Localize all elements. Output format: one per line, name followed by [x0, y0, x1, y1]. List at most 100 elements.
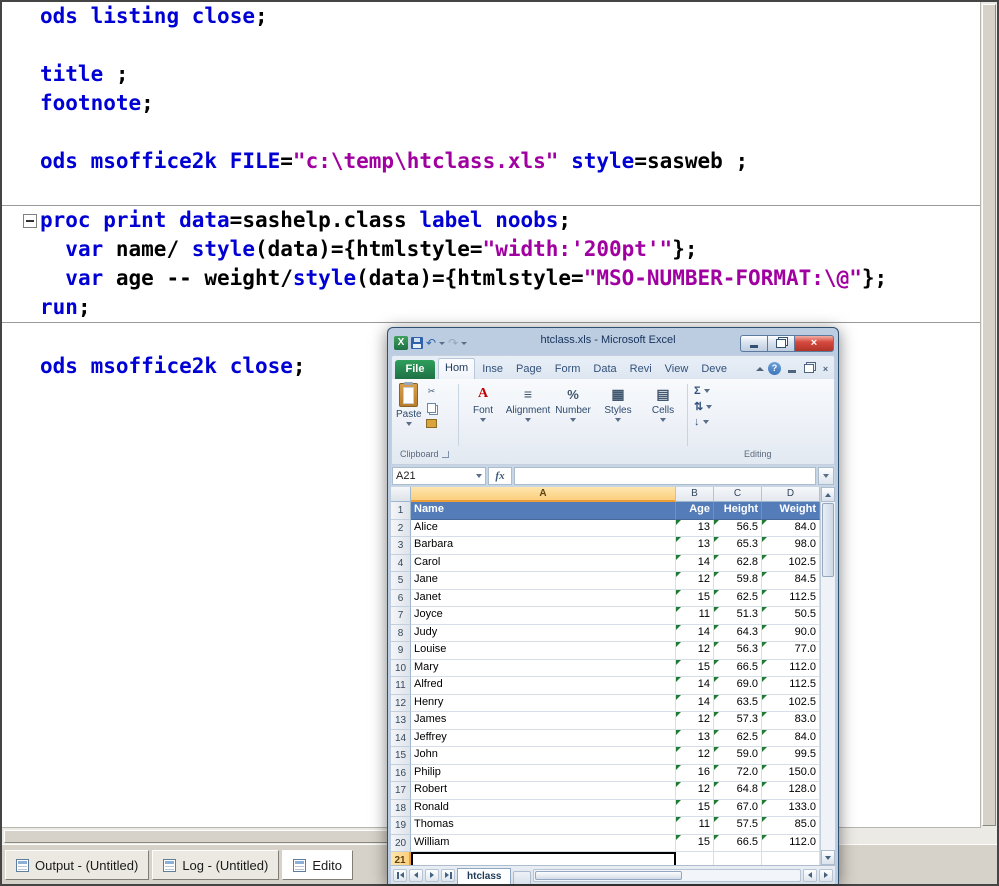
undo-icon[interactable]: ↶ [426, 337, 436, 349]
cell[interactable]: 11 [676, 607, 714, 625]
cell[interactable]: 15 [676, 660, 714, 678]
formula-input[interactable] [514, 467, 816, 485]
cell[interactable] [762, 852, 820, 865]
cell[interactable]: 16 [676, 765, 714, 783]
scrollbar-track[interactable] [821, 578, 835, 850]
row-number[interactable]: 1 [391, 502, 411, 520]
row-number[interactable]: 18 [391, 800, 411, 818]
sort-filter-button[interactable]: ⇅ [694, 400, 712, 413]
undo-dropdown-icon[interactable] [439, 342, 445, 345]
bottom-window-tab-2[interactable]: Edito [282, 850, 353, 880]
column-header-a[interactable]: A [411, 487, 676, 502]
cell[interactable]: Alfred [411, 677, 676, 695]
collapse-toggle-icon[interactable] [23, 214, 37, 228]
row-number[interactable]: 13 [391, 712, 411, 730]
cell[interactable]: 12 [676, 572, 714, 590]
cell[interactable]: 62.8 [714, 555, 762, 573]
cell[interactable]: 85.0 [762, 817, 820, 835]
scrollbar-thumb[interactable] [982, 4, 996, 826]
ribbon-tab-view[interactable]: View [659, 360, 695, 379]
row-number[interactable]: 5 [391, 572, 411, 590]
cell[interactable]: Ronald [411, 800, 676, 818]
cell[interactable]: Carol [411, 555, 676, 573]
column-header-b[interactable]: B [676, 487, 714, 502]
cell[interactable]: 13 [676, 537, 714, 555]
cell[interactable]: 67.0 [714, 800, 762, 818]
cell[interactable]: 12 [676, 712, 714, 730]
row-number[interactable]: 17 [391, 782, 411, 800]
cell[interactable]: Jane [411, 572, 676, 590]
expand-formula-bar-icon[interactable] [818, 467, 834, 485]
cut-button[interactable]: ✂ [424, 385, 440, 398]
row-number[interactable]: 8 [391, 625, 411, 643]
cell[interactable]: 12 [676, 642, 714, 660]
ribbon-tab-inse[interactable]: Inse [476, 360, 509, 379]
row-number[interactable]: 3 [391, 537, 411, 555]
cell[interactable]: Judy [411, 625, 676, 643]
cell[interactable]: Alice [411, 520, 676, 538]
cell[interactable]: Mary [411, 660, 676, 678]
next-sheet-button[interactable] [425, 869, 439, 882]
cell[interactable]: 15 [676, 800, 714, 818]
minimize-ribbon-icon[interactable] [756, 367, 764, 371]
row-number[interactable]: 19 [391, 817, 411, 835]
cell[interactable]: Joyce [411, 607, 676, 625]
cell[interactable]: 14 [676, 695, 714, 713]
close-button[interactable]: × [794, 335, 834, 352]
cell[interactable]: Barbara [411, 537, 676, 555]
ribbon-tab-hom[interactable]: Hom [438, 358, 475, 379]
scrollbar-thumb[interactable] [535, 871, 681, 880]
cell[interactable]: 69.0 [714, 677, 762, 695]
cell[interactable]: Height [714, 502, 762, 520]
name-box-dropdown-icon[interactable] [476, 474, 482, 478]
cell[interactable]: 99.5 [762, 747, 820, 765]
cell[interactable]: Age [676, 502, 714, 520]
number-group-button[interactable]: %Number [551, 382, 595, 448]
restore-button[interactable] [767, 335, 794, 352]
font-group-button[interactable]: AFont [461, 382, 505, 448]
cell[interactable]: William [411, 835, 676, 853]
cell[interactable]: 15 [676, 835, 714, 853]
cell[interactable] [676, 852, 714, 865]
cell[interactable]: John [411, 747, 676, 765]
bottom-window-tab-0[interactable]: Output - (Untitled) [5, 850, 149, 880]
cell[interactable]: 64.3 [714, 625, 762, 643]
cell[interactable]: 11 [676, 817, 714, 835]
cell[interactable]: Name [411, 502, 676, 520]
cell[interactable]: James [411, 712, 676, 730]
cell[interactable]: Janet [411, 590, 676, 608]
sheet-vertical-scrollbar[interactable] [820, 487, 835, 865]
cell[interactable]: 15 [676, 590, 714, 608]
styles-group-button[interactable]: ▦Styles [596, 382, 640, 448]
cell[interactable]: Henry [411, 695, 676, 713]
cell[interactable]: 133.0 [762, 800, 820, 818]
select-all-corner[interactable] [391, 487, 411, 502]
cell[interactable]: Philip [411, 765, 676, 783]
scroll-right-button[interactable] [819, 869, 833, 882]
cell[interactable]: 50.5 [762, 607, 820, 625]
cell[interactable]: 64.8 [714, 782, 762, 800]
cell[interactable]: 13 [676, 730, 714, 748]
last-sheet-button[interactable] [441, 869, 455, 882]
cell[interactable]: 14 [676, 677, 714, 695]
save-icon[interactable] [411, 337, 423, 349]
row-number[interactable]: 21 [391, 852, 411, 865]
cell[interactable]: 13 [676, 520, 714, 538]
cell[interactable]: 90.0 [762, 625, 820, 643]
row-number[interactable]: 10 [391, 660, 411, 678]
cell[interactable] [411, 852, 676, 865]
ribbon-tab-form[interactable]: Form [549, 360, 587, 379]
excel-titlebar[interactable]: X ↶ ↷ htclass.xls - Microsoft Excel × [391, 328, 835, 355]
cell[interactable]: 66.5 [714, 660, 762, 678]
row-number[interactable]: 9 [391, 642, 411, 660]
cell[interactable]: 57.5 [714, 817, 762, 835]
find-select-button[interactable]: ↓ [694, 416, 712, 428]
cell[interactable]: 112.0 [762, 660, 820, 678]
autosum-button[interactable]: Σ [694, 385, 712, 397]
row-number[interactable]: 14 [391, 730, 411, 748]
first-sheet-button[interactable] [393, 869, 407, 882]
cell[interactable]: Louise [411, 642, 676, 660]
bottom-window-tab-1[interactable]: Log - (Untitled) [152, 850, 279, 880]
cell[interactable]: 98.0 [762, 537, 820, 555]
cell[interactable]: 84.0 [762, 520, 820, 538]
